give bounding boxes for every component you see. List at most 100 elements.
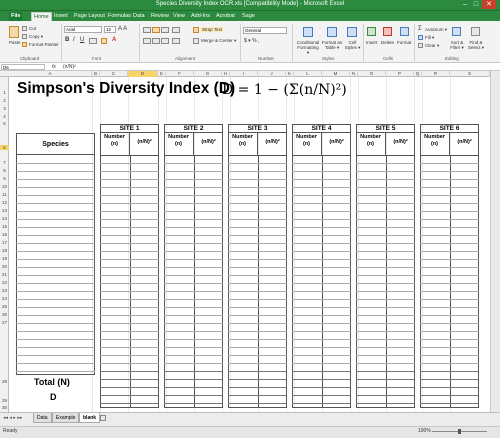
wrap-text-button[interactable]: Wrap Text	[201, 27, 224, 32]
tab-view[interactable]: View	[171, 12, 187, 21]
tab-formulas[interactable]: Formulas	[106, 12, 133, 21]
merge-center-icon[interactable]	[193, 38, 199, 44]
grow-font-button[interactable]: A A	[118, 26, 127, 32]
format-cells-icon[interactable]	[400, 27, 409, 36]
align-middle-icon[interactable]	[152, 27, 160, 33]
tab-review[interactable]: Review	[149, 12, 171, 21]
merge-center-button[interactable]: Merge & Center ▾	[201, 38, 236, 44]
font-color-button[interactable]: A	[112, 37, 116, 43]
tab-home[interactable]: Home	[31, 12, 52, 21]
clear-button[interactable]: Clear ▾	[425, 43, 439, 49]
align-center-icon[interactable]	[152, 38, 160, 44]
tab-file[interactable]: File	[9, 12, 23, 21]
maximize-button[interactable]: □	[471, 0, 481, 9]
row-header-12[interactable]: 12	[0, 200, 9, 205]
zoom-level[interactable]: 100%	[418, 428, 431, 434]
paste-button[interactable]: Paste	[9, 40, 21, 45]
delete-cells-icon[interactable]	[383, 27, 392, 36]
conditional-formatting-icon[interactable]	[303, 27, 313, 37]
formula-input[interactable]: (n/N)²	[63, 64, 76, 70]
vertical-scrollbar[interactable]	[490, 71, 500, 412]
row-header-22[interactable]: 22	[0, 280, 9, 285]
borders-icon[interactable]	[89, 38, 97, 44]
row-header-25[interactable]: 25	[0, 304, 9, 309]
row-header-7[interactable]: 7	[0, 160, 9, 165]
cut-icon[interactable]	[22, 26, 27, 31]
indent-icon[interactable]	[172, 38, 180, 44]
sheet-tab-data[interactable]: Data	[33, 413, 52, 423]
copy-button[interactable]: Copy ▾	[29, 34, 43, 40]
row-header-30[interactable]: 30	[0, 405, 9, 410]
align-right-icon[interactable]	[161, 38, 169, 44]
format-painter-button[interactable]: Format Painter	[29, 42, 59, 47]
tab-add-ins[interactable]: Add-Ins	[189, 12, 212, 21]
sheet-tab-blank[interactable]: blank	[79, 413, 101, 423]
close-button[interactable]: ✕	[482, 0, 496, 9]
row-header-23[interactable]: 23	[0, 288, 9, 293]
autosum-icon[interactable]: Σ	[418, 26, 422, 32]
new-sheet-icon[interactable]	[100, 415, 106, 421]
paste-icon[interactable]	[9, 26, 19, 38]
name-box[interactable]: D6	[1, 64, 45, 70]
row-header-27[interactable]: 27	[0, 320, 9, 325]
find-select-icon[interactable]	[471, 27, 480, 36]
find-select-button[interactable]: Find & Select ▾	[467, 40, 485, 50]
insert-function-button[interactable]: fx	[52, 64, 56, 70]
sheet-tab-example[interactable]: Example	[52, 413, 80, 423]
format-cells-button[interactable]: Format	[397, 40, 411, 45]
sort-filter-button[interactable]: Sort & Filter ▾	[448, 40, 466, 50]
align-top-icon[interactable]	[143, 27, 151, 33]
insert-cells-icon[interactable]	[367, 27, 376, 36]
clear-icon[interactable]	[418, 43, 423, 48]
row-header-14[interactable]: 14	[0, 216, 9, 221]
sheet-nav-arrows[interactable]: ◂◂ ◂ ▸ ▸▸	[3, 415, 22, 421]
fill-icon[interactable]	[418, 35, 423, 40]
tab-sage[interactable]: Sage	[240, 12, 257, 21]
row-header-29[interactable]: 29	[0, 398, 9, 403]
cut-button[interactable]: Cut	[29, 26, 36, 31]
autosum-button[interactable]: AutoSum ▾	[425, 27, 447, 33]
tab-page-layout[interactable]: Page Layout	[72, 12, 107, 21]
conditional-formatting-button[interactable]: Conditional Formatting ▾	[296, 40, 320, 55]
tab-acrobat[interactable]: Acrobat	[214, 12, 237, 21]
format-painter-icon[interactable]	[22, 42, 27, 47]
fill-button[interactable]: Fill ▾	[425, 35, 434, 41]
row-header-16[interactable]: 16	[0, 232, 9, 237]
row-header-2[interactable]: 2	[0, 98, 9, 103]
fill-color-icon[interactable]	[101, 38, 107, 44]
row-header-20[interactable]: 20	[0, 264, 9, 269]
row-header-24[interactable]: 24	[0, 296, 9, 301]
row-header-6[interactable]: 6	[0, 145, 9, 150]
zoom-slider-thumb[interactable]	[458, 429, 461, 434]
row-header-9[interactable]: 9	[0, 176, 9, 181]
align-bottom-icon[interactable]	[161, 27, 169, 33]
font-name-select[interactable]: Arial	[64, 26, 102, 33]
row-header-11[interactable]: 11	[0, 192, 9, 197]
row-header-21[interactable]: 21	[0, 272, 9, 277]
delete-cells-button[interactable]: Delete	[381, 40, 394, 45]
tab-data[interactable]: Data	[131, 12, 147, 21]
format-as-table-icon[interactable]	[327, 27, 337, 37]
format-as-table-button[interactable]: Format as Table ▾	[321, 40, 343, 50]
row-header-28[interactable]: 28	[0, 379, 9, 384]
tab-insert[interactable]: Insert	[52, 12, 70, 21]
row-header-13[interactable]: 13	[0, 208, 9, 213]
orientation-icon[interactable]	[172, 27, 180, 33]
row-header-10[interactable]: 10	[0, 184, 9, 189]
cell-styles-icon[interactable]	[347, 27, 357, 37]
number-format-select[interactable]: General	[243, 27, 287, 34]
italic-button[interactable]: I	[73, 37, 75, 43]
insert-cells-button[interactable]: Insert	[366, 40, 377, 45]
copy-icon[interactable]	[22, 34, 27, 39]
sort-filter-icon[interactable]	[452, 27, 461, 36]
underline-button[interactable]: U	[80, 37, 84, 43]
row-header-19[interactable]: 19	[0, 256, 9, 261]
font-size-select[interactable]: 12	[104, 26, 116, 33]
row-header-1[interactable]: 1	[0, 90, 9, 95]
accounting-format-button[interactable]: $ ▾ % ,	[244, 38, 259, 44]
bold-button[interactable]: B	[65, 37, 69, 43]
wrap-text-icon[interactable]	[193, 27, 199, 33]
row-header-8[interactable]: 8	[0, 168, 9, 173]
row-header-17[interactable]: 17	[0, 240, 9, 245]
row-header-18[interactable]: 18	[0, 248, 9, 253]
